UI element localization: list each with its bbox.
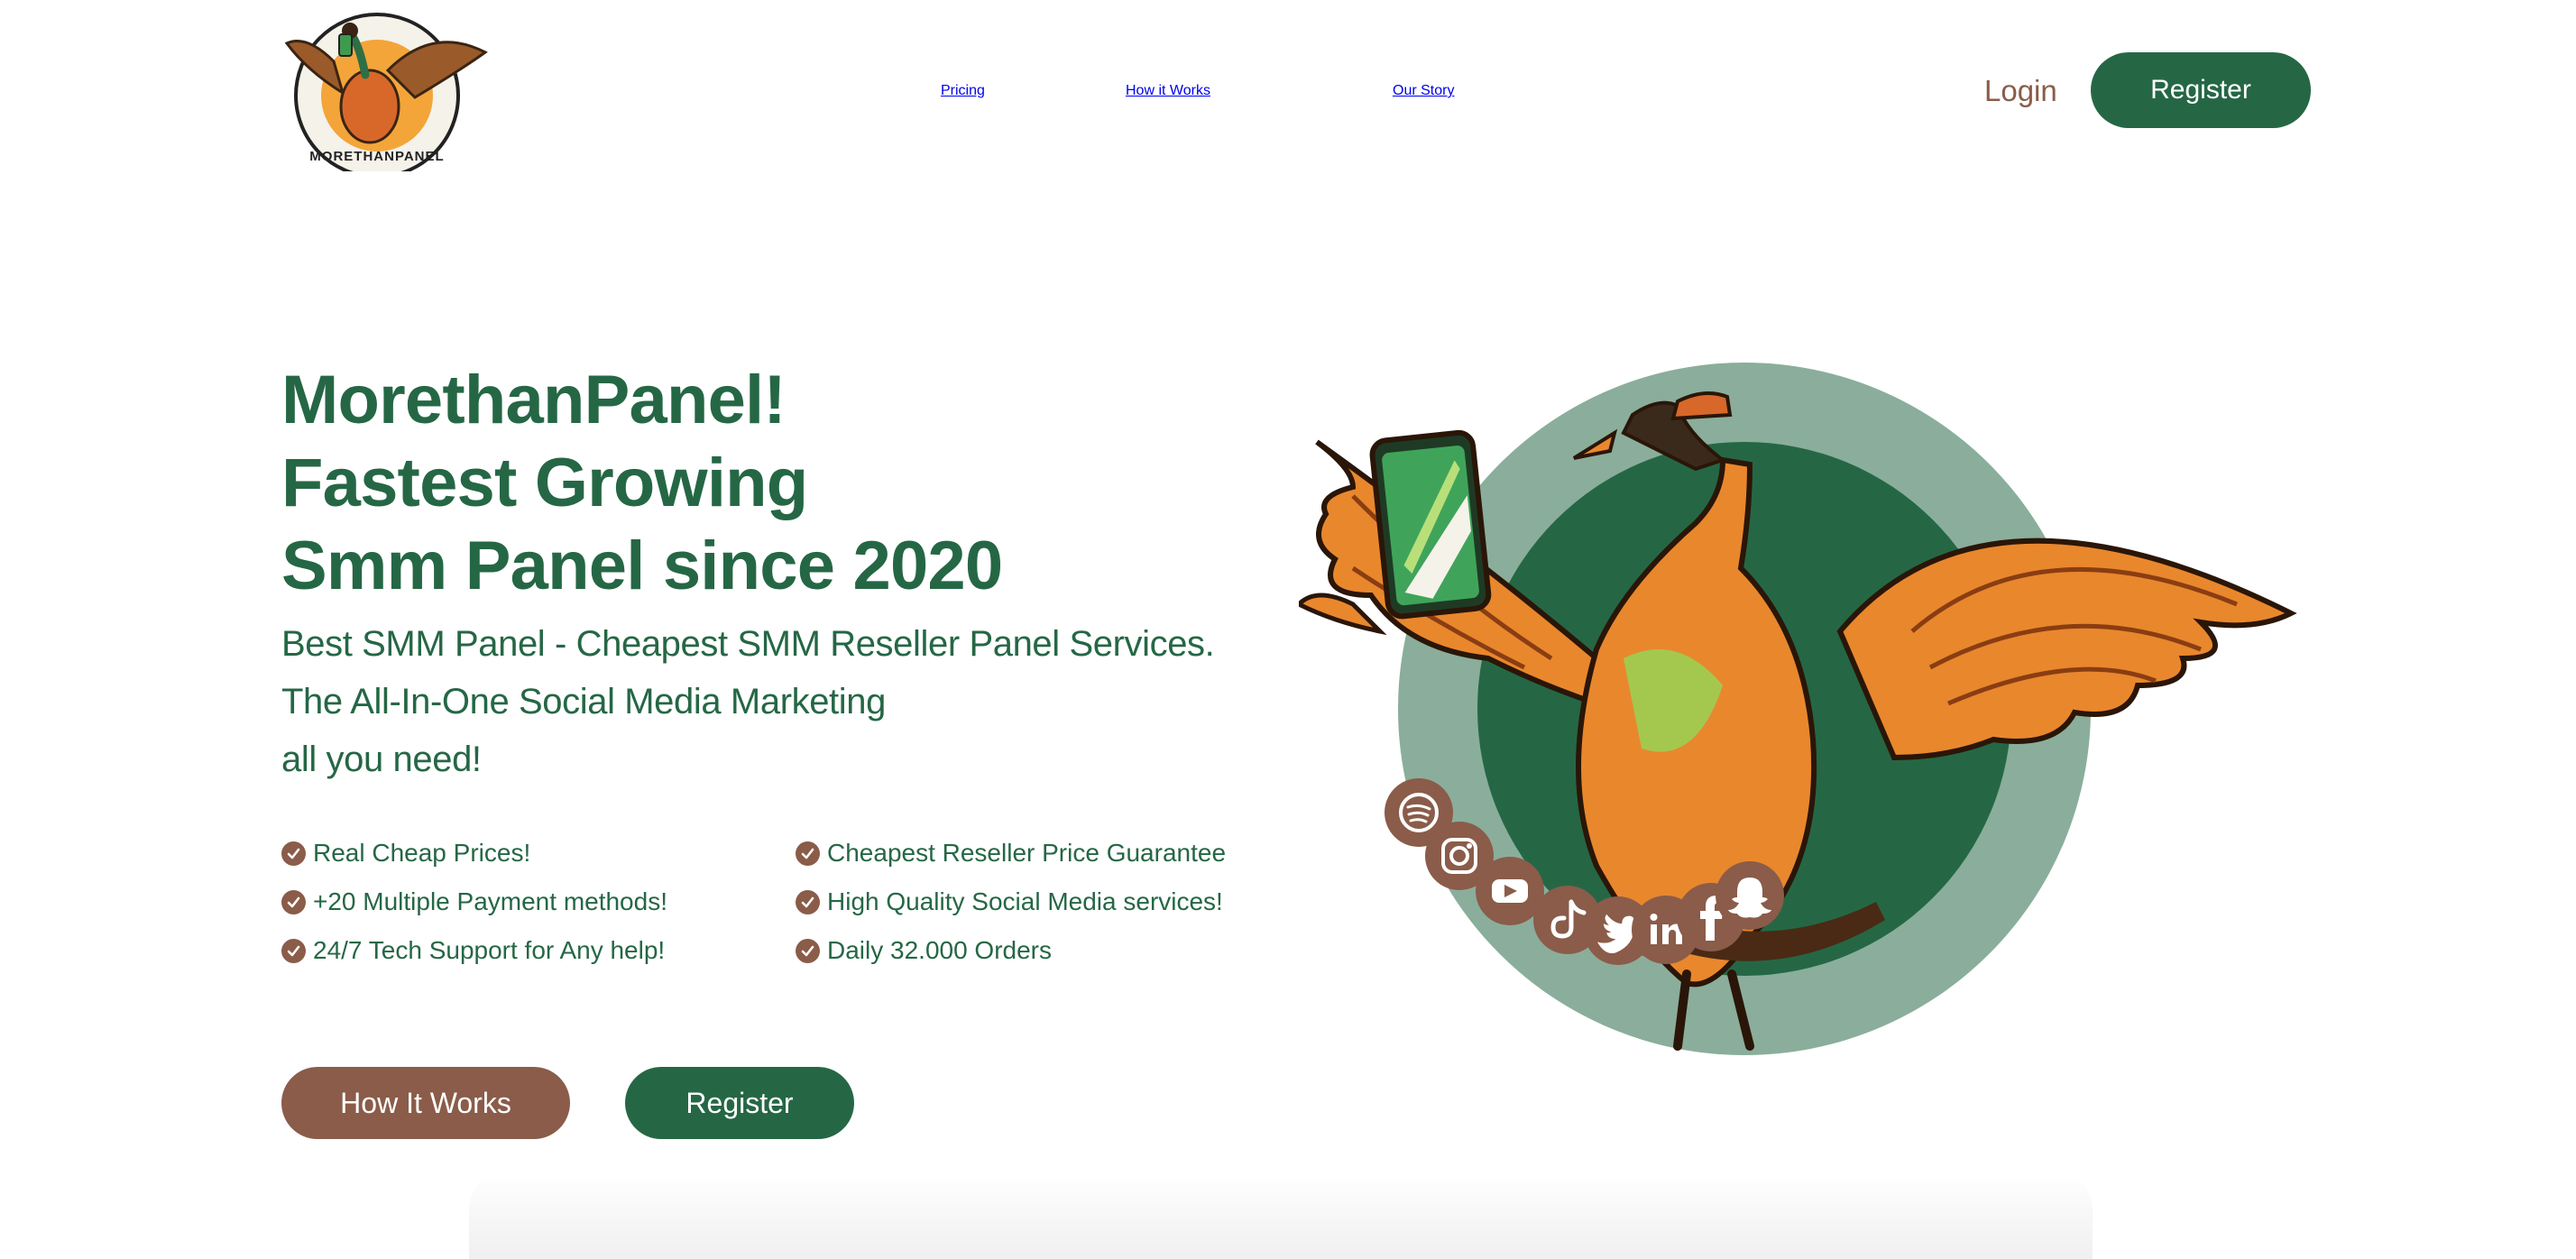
feature-label: Cheapest Reseller Price Guarantee [827, 839, 1227, 867]
hero-subtitle-line-2: The All-In-One Social Media Marketing [281, 682, 886, 721]
check-icon [281, 889, 306, 914]
register-button-hero[interactable]: Register [625, 1067, 854, 1139]
next-section-edge [469, 1172, 2093, 1259]
hero-subtitle-line-3: all you need! [281, 740, 482, 779]
nav-how-it-works-label: How it Works [1126, 83, 1210, 98]
nav-pricing-label: Pricing [941, 83, 985, 98]
logo[interactable]: MORETHANPANEL [280, 7, 489, 179]
hero-illustration [1294, 361, 2309, 1100]
check-icon [281, 938, 306, 963]
feature-item: Cheapest Reseller Price Guarantee [796, 835, 1274, 871]
hero-subtitle-line-1: Best SMM Panel - Cheapest SMM Reseller P… [281, 624, 1215, 664]
feature-label: 24/7 Tech Support for Any help! [313, 936, 666, 964]
nav-pricing[interactable]: Pricing [941, 70, 985, 112]
feature-item: +20 Multiple Payment methods! [281, 884, 796, 920]
phone-illustration [1369, 429, 1492, 620]
feature-item: High Quality Social Media services! [796, 884, 1274, 920]
feature-label: Real Cheap Prices! [313, 839, 531, 867]
check-icon [796, 841, 820, 866]
feature-label: High Quality Social Media services! [827, 887, 1223, 915]
hero-title-line-3: Smm Panel since 2020 [281, 528, 1003, 604]
check-icon [796, 889, 820, 914]
snapchat-icon [1716, 861, 1784, 930]
check-icon [281, 841, 306, 866]
nav-our-story[interactable]: Our Story [1393, 70, 1454, 112]
register-button-header[interactable]: Register [2091, 52, 2311, 128]
hero-title-line-1: MorethanPanel! [281, 362, 787, 438]
right-wing [1836, 538, 2297, 761]
check-icon [796, 938, 820, 963]
nav-how-it-works[interactable]: How it Works [1126, 70, 1210, 112]
feature-label: +20 Multiple Payment methods! [313, 887, 667, 915]
feature-label: Daily 32.000 Orders [827, 936, 1053, 964]
hero-title-line-2: Fastest Growing [281, 445, 808, 521]
feature-list: Real Cheap Prices! Cheapest Reseller Pri… [281, 835, 1274, 969]
hero-title: MorethanPanel! Fastest Growing Smm Panel… [281, 359, 1003, 608]
how-it-works-button[interactable]: How It Works [281, 1067, 570, 1139]
feature-item: Daily 32.000 Orders [796, 933, 1274, 969]
nav-our-story-label: Our Story [1393, 83, 1455, 98]
login-link[interactable]: Login [1984, 70, 2057, 112]
hero-subtitle: Best SMM Panel - Cheapest SMM Reseller P… [281, 615, 1215, 788]
svg-text:MORETHANPANEL: MORETHANPANEL [309, 149, 444, 164]
feature-item: Real Cheap Prices! [281, 835, 796, 871]
feature-item: 24/7 Tech Support for Any help! [281, 933, 796, 969]
